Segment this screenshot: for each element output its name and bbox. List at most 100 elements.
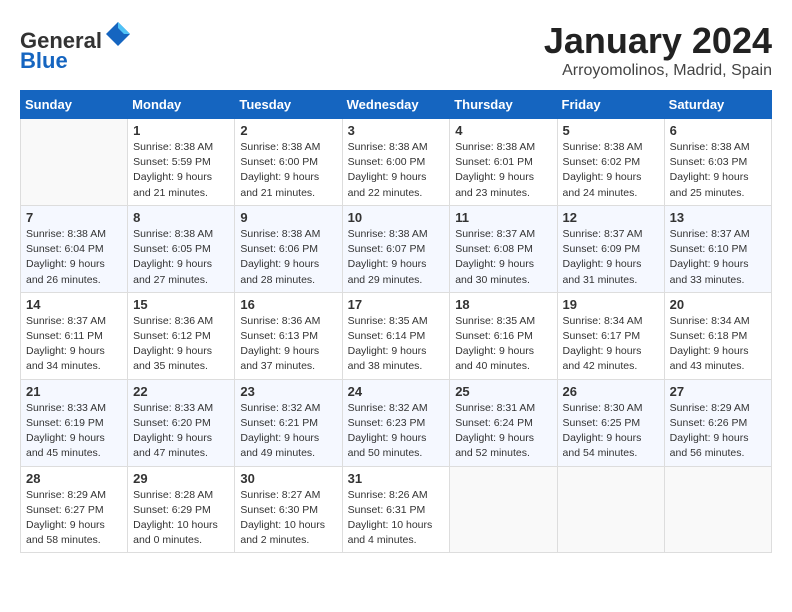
day-number: 6 (670, 123, 766, 138)
day-number: 21 (26, 384, 122, 399)
calendar-cell: 12 Sunrise: 8:37 AM Sunset: 6:09 PM Dayli… (557, 205, 664, 292)
day-number: 2 (240, 123, 336, 138)
day-info: Sunrise: 8:38 AM Sunset: 5:59 PM Dayligh… (133, 140, 229, 201)
day-number: 13 (670, 210, 766, 225)
location: Arroyomolinos, Madrid, Spain (544, 62, 772, 80)
day-info: Sunrise: 8:31 AM Sunset: 6:24 PM Dayligh… (455, 401, 551, 462)
calendar-cell: 19 Sunrise: 8:34 AM Sunset: 6:17 PM Dayli… (557, 292, 664, 379)
calendar-cell: 29Sunrise: 8:28 AM Sunset: 6:29 PM Dayli… (128, 466, 235, 553)
day-number: 31 (348, 471, 445, 486)
day-number: 23 (240, 384, 336, 399)
day-number: 25 (455, 384, 551, 399)
calendar-cell (450, 466, 557, 553)
calendar-cell: 17 Sunrise: 8:35 AM Sunset: 6:14 PM Dayli… (342, 292, 450, 379)
day-number: 19 (563, 297, 659, 312)
day-number: 14 (26, 297, 122, 312)
day-number: 17 (348, 297, 445, 312)
calendar-cell: 7 Sunrise: 8:38 AM Sunset: 6:04 PM Daylig… (21, 205, 128, 292)
day-info: Sunrise: 8:38 AM Sunset: 6:00 PM Dayligh… (240, 140, 336, 201)
calendar-cell: 14 Sunrise: 8:37 AM Sunset: 6:11 PM Dayli… (21, 292, 128, 379)
weekday-header-saturday: Saturday (664, 91, 771, 119)
week-row-3: 14 Sunrise: 8:37 AM Sunset: 6:11 PM Dayli… (21, 292, 772, 379)
day-number: 24 (348, 384, 445, 399)
day-info: Sunrise: 8:35 AM Sunset: 6:16 PM Dayligh… (455, 314, 551, 375)
day-number: 7 (26, 210, 122, 225)
calendar-cell: 30Sunrise: 8:27 AM Sunset: 6:30 PM Dayli… (235, 466, 342, 553)
day-number: 28 (26, 471, 122, 486)
calendar-cell (557, 466, 664, 553)
day-number: 4 (455, 123, 551, 138)
calendar-cell: 24Sunrise: 8:32 AM Sunset: 6:23 PM Dayli… (342, 379, 450, 466)
day-info: Sunrise: 8:38 AM Sunset: 6:02 PM Dayligh… (563, 140, 659, 201)
calendar-cell: 3 Sunrise: 8:38 AM Sunset: 6:00 PM Daylig… (342, 119, 450, 206)
day-number: 11 (455, 210, 551, 225)
day-number: 10 (348, 210, 445, 225)
calendar-cell: 18 Sunrise: 8:35 AM Sunset: 6:16 PM Dayli… (450, 292, 557, 379)
day-number: 12 (563, 210, 659, 225)
calendar-cell: 1 Sunrise: 8:38 AM Sunset: 5:59 PM Daylig… (128, 119, 235, 206)
day-number: 20 (670, 297, 766, 312)
day-number: 18 (455, 297, 551, 312)
page-header: General Blue January 2024 Arroyomolinos,… (20, 20, 772, 80)
day-number: 15 (133, 297, 229, 312)
calendar-cell: 11 Sunrise: 8:37 AM Sunset: 6:08 PM Dayli… (450, 205, 557, 292)
calendar-cell: 27Sunrise: 8:29 AM Sunset: 6:26 PM Dayli… (664, 379, 771, 466)
calendar-cell: 16Sunrise: 8:36 AM Sunset: 6:13 PM Dayli… (235, 292, 342, 379)
calendar-cell (21, 119, 128, 206)
day-info: Sunrise: 8:37 AM Sunset: 6:11 PM Dayligh… (26, 314, 122, 375)
calendar-cell: 4 Sunrise: 8:38 AM Sunset: 6:01 PM Daylig… (450, 119, 557, 206)
calendar-cell: 28 Sunrise: 8:29 AM Sunset: 6:27 PM Dayli… (21, 466, 128, 553)
day-info: Sunrise: 8:29 AM Sunset: 6:26 PM Dayligh… (670, 401, 766, 462)
weekday-header-friday: Friday (557, 91, 664, 119)
calendar-cell: 13 Sunrise: 8:37 AM Sunset: 6:10 PM Dayli… (664, 205, 771, 292)
day-info: Sunrise: 8:34 AM Sunset: 6:18 PM Dayligh… (670, 314, 766, 375)
day-number: 8 (133, 210, 229, 225)
calendar-cell: 15Sunrise: 8:36 AM Sunset: 6:12 PM Dayli… (128, 292, 235, 379)
calendar-cell: 22 Sunrise: 8:33 AM Sunset: 6:20 PM Dayli… (128, 379, 235, 466)
day-info: Sunrise: 8:37 AM Sunset: 6:09 PM Dayligh… (563, 227, 659, 288)
day-info: Sunrise: 8:34 AM Sunset: 6:17 PM Dayligh… (563, 314, 659, 375)
day-number: 9 (240, 210, 336, 225)
day-number: 3 (348, 123, 445, 138)
day-number: 5 (563, 123, 659, 138)
logo-icon (104, 20, 132, 48)
title-area: January 2024 Arroyomolinos, Madrid, Spai… (544, 20, 772, 80)
day-number: 16 (240, 297, 336, 312)
day-info: Sunrise: 8:38 AM Sunset: 6:04 PM Dayligh… (26, 227, 122, 288)
calendar-cell: 2 Sunrise: 8:38 AM Sunset: 6:00 PM Daylig… (235, 119, 342, 206)
day-info: Sunrise: 8:33 AM Sunset: 6:19 PM Dayligh… (26, 401, 122, 462)
day-info: Sunrise: 8:37 AM Sunset: 6:10 PM Dayligh… (670, 227, 766, 288)
day-info: Sunrise: 8:38 AM Sunset: 6:01 PM Dayligh… (455, 140, 551, 201)
day-info: Sunrise: 8:29 AM Sunset: 6:27 PM Dayligh… (26, 488, 122, 549)
calendar-cell: 31 Sunrise: 8:26 AM Sunset: 6:31 PM Dayli… (342, 466, 450, 553)
day-info: Sunrise: 8:38 AM Sunset: 6:07 PM Dayligh… (348, 227, 445, 288)
day-number: 1 (133, 123, 229, 138)
calendar-cell: 21 Sunrise: 8:33 AM Sunset: 6:19 PM Dayli… (21, 379, 128, 466)
day-info: Sunrise: 8:38 AM Sunset: 6:05 PM Dayligh… (133, 227, 229, 288)
calendar-cell: 26Sunrise: 8:30 AM Sunset: 6:25 PM Dayli… (557, 379, 664, 466)
logo-blue: Blue (20, 48, 68, 73)
day-info: Sunrise: 8:38 AM Sunset: 6:03 PM Dayligh… (670, 140, 766, 201)
calendar-cell: 23 Sunrise: 8:32 AM Sunset: 6:21 PM Dayli… (235, 379, 342, 466)
day-info: Sunrise: 8:33 AM Sunset: 6:20 PM Dayligh… (133, 401, 229, 462)
day-info: Sunrise: 8:32 AM Sunset: 6:21 PM Dayligh… (240, 401, 336, 462)
weekday-header-row: SundayMondayTuesdayWednesdayThursdayFrid… (21, 91, 772, 119)
calendar-cell: 25 Sunrise: 8:31 AM Sunset: 6:24 PM Dayli… (450, 379, 557, 466)
day-info: Sunrise: 8:38 AM Sunset: 6:00 PM Dayligh… (348, 140, 445, 201)
week-row-2: 7 Sunrise: 8:38 AM Sunset: 6:04 PM Daylig… (21, 205, 772, 292)
day-number: 22 (133, 384, 229, 399)
day-info: Sunrise: 8:35 AM Sunset: 6:14 PM Dayligh… (348, 314, 445, 375)
day-info: Sunrise: 8:37 AM Sunset: 6:08 PM Dayligh… (455, 227, 551, 288)
weekday-header-sunday: Sunday (21, 91, 128, 119)
calendar-cell: 20 Sunrise: 8:34 AM Sunset: 6:18 PM Dayli… (664, 292, 771, 379)
day-info: Sunrise: 8:30 AM Sunset: 6:25 PM Dayligh… (563, 401, 659, 462)
week-row-1: 1 Sunrise: 8:38 AM Sunset: 5:59 PM Daylig… (21, 119, 772, 206)
calendar-cell (664, 466, 771, 553)
week-row-4: 21 Sunrise: 8:33 AM Sunset: 6:19 PM Dayli… (21, 379, 772, 466)
day-info: Sunrise: 8:38 AM Sunset: 6:06 PM Dayligh… (240, 227, 336, 288)
day-info: Sunrise: 8:27 AM Sunset: 6:30 PM Dayligh… (240, 488, 336, 549)
day-info: Sunrise: 8:26 AM Sunset: 6:31 PM Dayligh… (348, 488, 445, 549)
calendar: SundayMondayTuesdayWednesdayThursdayFrid… (20, 90, 772, 553)
logo: General Blue (20, 20, 132, 73)
weekday-header-wednesday: Wednesday (342, 91, 450, 119)
